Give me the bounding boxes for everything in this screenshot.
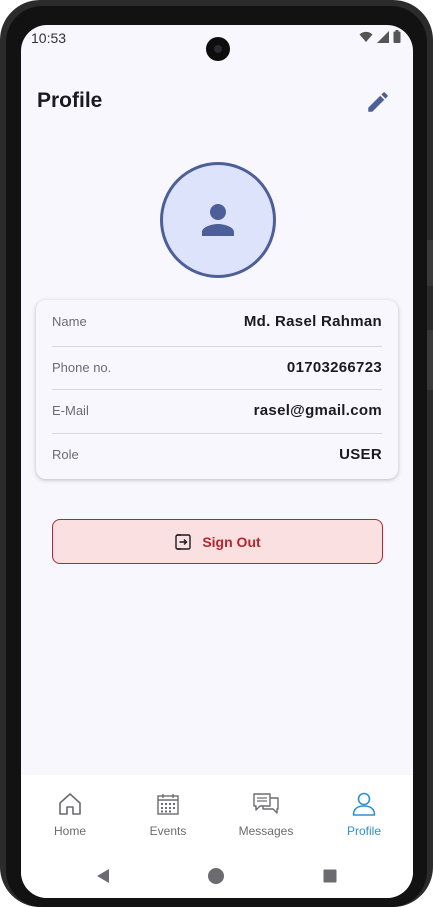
nav-label-home: Home [53,824,86,838]
role-label: Role [52,447,79,462]
person-icon [202,204,234,236]
sign-out-label: Sign Out [202,533,261,550]
nav-label-events: Events [149,824,187,838]
calendar-icon [157,794,179,815]
pencil-icon [368,92,388,112]
system-navigation-bar [21,859,413,898]
nav-item-messages[interactable]: Messages [217,775,315,859]
back-icon [97,869,109,883]
profile-avatar [160,162,276,278]
wifi-icon [359,31,373,42]
edit-profile-button[interactable] [365,89,391,115]
phone-frame: 10:53 Profile Name Md. Rasel Rahman Phon… [0,0,433,907]
system-back-button[interactable] [95,867,111,890]
battery-icon [393,30,401,43]
top-app-bar: Profile [21,85,413,119]
nav-item-profile[interactable]: Profile [315,775,413,859]
role-value: USER [339,446,382,463]
system-recents-button[interactable] [322,867,338,890]
info-row-phone: Phone no. 01703266723 [52,346,382,389]
info-row-email: E-Mail rasel@gmail.com [52,389,382,432]
phone-label: Phone no. [52,360,112,375]
nav-label-messages: Messages [238,824,294,838]
recents-icon [323,869,337,883]
email-label: E-Mail [52,403,89,418]
status-time: 10:53 [31,30,67,46]
name-value: Md. Rasel Rahman [243,313,382,330]
profile-info-card: Name Md. Rasel Rahman Phone no. 01703266… [36,300,398,479]
person-outline-icon [352,792,376,816]
home-icon [59,793,81,815]
name-label: Name [52,314,87,329]
nav-label-profile: Profile [346,824,381,838]
nav-item-events[interactable]: Events [119,775,217,859]
signal-icon [377,30,389,43]
logout-icon [175,533,192,550]
home-circle-icon [208,868,224,884]
system-home-button[interactable] [207,867,225,890]
phone-value: 01703266723 [286,359,382,376]
email-value: rasel@gmail.com [253,402,382,419]
info-row-role: Role USER [52,433,382,476]
power-button [427,330,433,390]
screen: 10:53 Profile Name Md. Rasel Rahman Phon… [21,25,413,898]
front-camera [206,37,230,61]
info-row-name: Name Md. Rasel Rahman [52,300,382,343]
nav-item-home[interactable]: Home [21,775,119,859]
status-icons [359,30,401,43]
sign-out-button[interactable]: Sign Out [52,519,383,564]
volume-button [427,240,433,286]
bottom-navigation: Home Events Messages Profile [21,775,413,859]
page-title: Profile [37,89,103,112]
chat-icon [253,793,279,814]
